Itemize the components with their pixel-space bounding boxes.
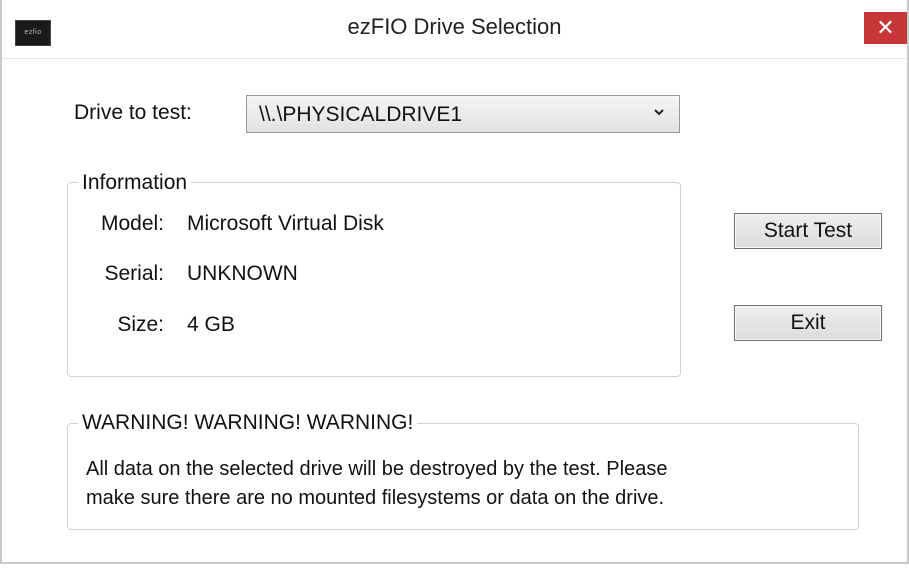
chevron-down-icon	[654, 109, 664, 116]
size-label: Size:	[117, 313, 164, 336]
serial-value: UNKNOWN	[187, 262, 298, 285]
title-bar: ezfio ezFIO Drive Selection ✕	[2, 0, 907, 59]
serial-label: Serial:	[104, 262, 164, 285]
exit-button[interactable]: Exit	[734, 305, 882, 341]
information-legend: Information	[78, 171, 192, 195]
warning-line: make sure there are no mounted filesyste…	[86, 487, 665, 509]
warning-message: All data on the selected drive will be d…	[86, 455, 826, 513]
model-value: Microsoft Virtual Disk	[187, 212, 384, 235]
warning-legend: WARNING! WARNING! WARNING!	[78, 411, 418, 435]
drive-select[interactable]: \\.\PHYSICALDRIVE1	[246, 95, 680, 133]
warning-line: All data on the selected drive will be d…	[86, 458, 668, 480]
size-value: 4 GB	[187, 313, 235, 336]
window-title: ezFIO Drive Selection	[347, 14, 562, 39]
drive-select-value: \\.\PHYSICALDRIVE1	[259, 103, 463, 126]
drive-to-test-label: Drive to test:	[74, 101, 192, 124]
drive-selection-window: ezfio ezFIO Drive Selection ✕ Drive to t…	[0, 0, 909, 564]
model-label: Model:	[100, 212, 164, 235]
close-button[interactable]: ✕	[864, 12, 907, 44]
start-test-button[interactable]: Start Test	[734, 213, 882, 249]
close-icon: ✕	[876, 15, 895, 40]
